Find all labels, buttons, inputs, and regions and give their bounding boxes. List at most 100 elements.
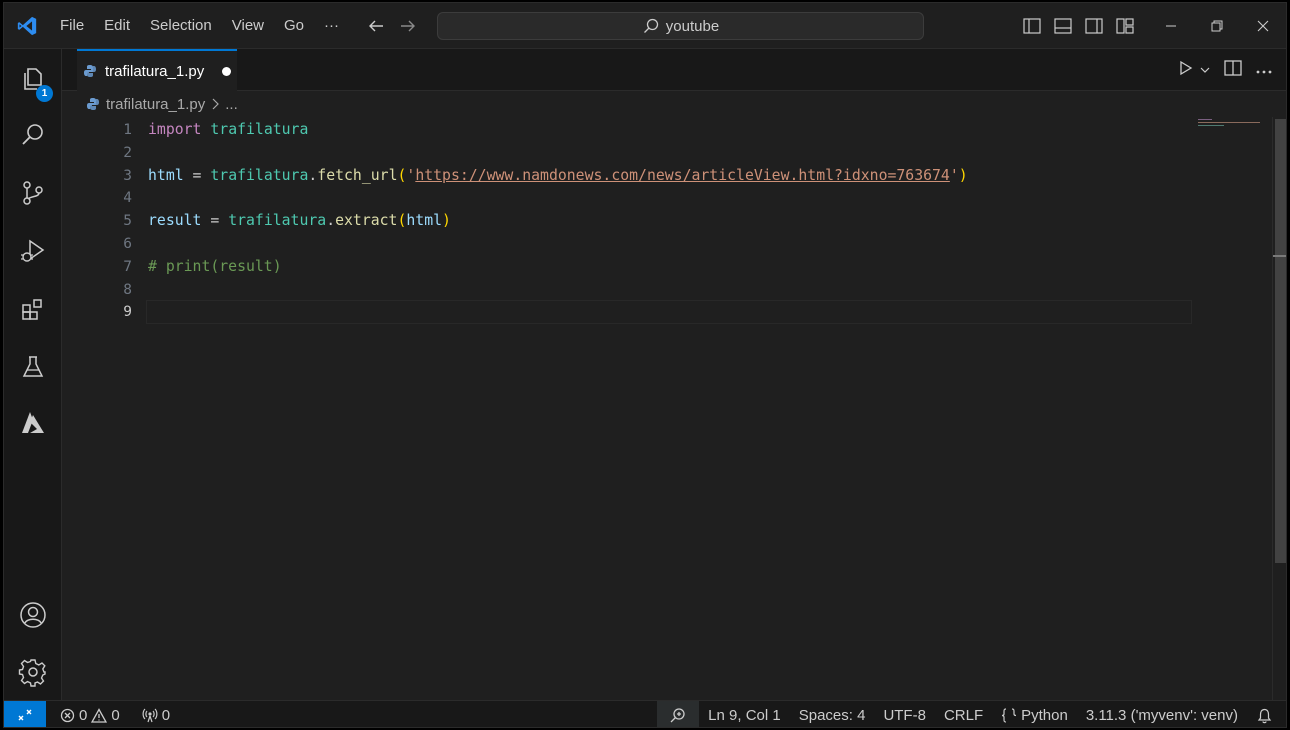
toggle-secondary-sidebar-icon[interactable] [1078, 3, 1109, 49]
token-url-string[interactable]: https://www.namdonews.com/news/articleVi… [415, 167, 950, 184]
token-module: trafilatura [210, 166, 309, 184]
status-bar-right: Ln 9, Col 1 Spaces: 4 UTF-8 CRLF Python … [657, 701, 1286, 727]
explorer-icon[interactable]: 1 [4, 55, 62, 103]
token-variable: result [148, 212, 202, 230]
vscode-logo-icon [4, 3, 50, 49]
menu-view[interactable]: View [222, 3, 274, 49]
python-file-icon [84, 65, 96, 77]
line-number: 7 [123, 258, 132, 275]
token-module: trafilatura [210, 121, 309, 138]
search-view-icon[interactable] [4, 111, 62, 159]
minimap[interactable] [1192, 117, 1272, 700]
notifications-bell-icon[interactable] [1247, 701, 1286, 727]
token-argument: html [406, 212, 443, 230]
run-dropdown-chevron-icon[interactable] [1200, 62, 1210, 79]
split-editor-icon[interactable] [1224, 60, 1242, 80]
command-center-search[interactable]: youtube [437, 12, 924, 40]
token-quote: ' [406, 166, 416, 184]
token-function: extract [335, 212, 398, 230]
run-debug-icon[interactable] [4, 227, 62, 275]
line-number: 6 [123, 236, 132, 252]
end-of-line[interactable]: CRLF [935, 701, 992, 727]
customize-layout-icon[interactable] [1109, 3, 1140, 49]
code-line-5: result = trafilatura.extract(html) [148, 210, 451, 233]
current-line-highlight [146, 300, 1192, 324]
zoom-icon[interactable] [657, 701, 700, 727]
azure-icon[interactable] [4, 399, 62, 447]
testing-flask-icon[interactable] [4, 343, 62, 391]
chevron-right-icon [212, 98, 220, 110]
menu-go[interactable]: Go [274, 3, 314, 49]
ports-count: 0 [161, 706, 171, 724]
close-icon[interactable] [1240, 3, 1286, 49]
search-icon [643, 18, 658, 33]
menu-selection[interactable]: Selection [140, 3, 222, 49]
breadcrumb-file[interactable]: trafilatura_1.py [106, 96, 205, 113]
scrollbar-cursor-marker [1273, 255, 1286, 257]
status-bar: 0 0 0 Ln 9, Col 1 Spaces: 4 UTF-8 CRLF P… [4, 700, 1286, 728]
editor-tabs-bar: trafilatura_1.py [62, 49, 1286, 91]
minimap-line [1198, 125, 1224, 126]
menu-bar: File Edit Selection View Go ··· [50, 3, 349, 49]
cursor-position[interactable]: Ln 9, Col 1 [699, 701, 790, 727]
line-number: 5 [123, 213, 132, 230]
explorer-badge: 1 [36, 85, 53, 102]
toggle-panel-icon[interactable] [1047, 3, 1078, 49]
error-icon [60, 708, 75, 722]
python-file-icon [87, 98, 99, 110]
title-bar: File Edit Selection View Go ··· youtube [4, 3, 1286, 49]
braces-icon [1002, 708, 1017, 723]
settings-gear-icon[interactable] [4, 648, 62, 696]
search-text: youtube [665, 17, 720, 35]
toggle-primary-sidebar-icon[interactable] [1016, 3, 1047, 49]
title-right-controls [1016, 3, 1286, 49]
remote-indicator-icon[interactable] [4, 700, 46, 727]
token-variable: html [148, 166, 184, 184]
line-number: 2 [123, 144, 132, 161]
menu-file[interactable]: File [50, 3, 94, 49]
token-dot: . [308, 166, 318, 184]
line-number: 8 [123, 281, 132, 298]
accounts-icon[interactable] [4, 591, 62, 639]
vertical-scrollbar[interactable] [1272, 117, 1286, 700]
ports-indicator[interactable]: 0 [136, 701, 176, 728]
tab-trafilatura-1-py[interactable]: trafilatura_1.py [77, 49, 237, 91]
token-dot: . [326, 212, 336, 230]
language-mode[interactable]: Python [992, 701, 1077, 727]
code-line-7: # print(result) [148, 256, 282, 279]
token-operator: = [201, 212, 229, 230]
language-label: Python [1021, 707, 1068, 724]
back-arrow-icon[interactable] [367, 17, 385, 35]
problems-indicator[interactable]: 0 0 [54, 701, 126, 728]
line-number: 3 [123, 167, 132, 184]
indentation-spaces[interactable]: Spaces: 4 [790, 701, 875, 727]
breadcrumb-more[interactable]: ... [225, 96, 238, 113]
line-number-active: 9 [123, 304, 132, 321]
nav-arrows [367, 17, 417, 35]
restore-icon[interactable] [1194, 3, 1240, 49]
forward-arrow-icon[interactable] [399, 17, 417, 35]
token-module: trafilatura [228, 212, 327, 230]
minimize-icon[interactable] [1148, 3, 1194, 49]
token-quote: ' [949, 166, 959, 184]
unsaved-dot-icon[interactable] [222, 66, 232, 76]
code-line-3: html = trafilatura.fetch_url('https://ww… [148, 165, 968, 188]
minimap-line [1198, 119, 1212, 120]
python-interpreter[interactable]: 3.11.3 ('myvenv': venv) [1077, 701, 1247, 727]
menu-edit[interactable]: Edit [94, 3, 140, 49]
extensions-icon[interactable] [4, 285, 62, 333]
code-editor[interactable]: 1 2 3 4 5 6 7 8 9 import trafilatura htm… [62, 117, 1286, 700]
more-actions-icon[interactable] [1256, 62, 1272, 79]
activity-bar: 1 [4, 49, 62, 700]
token-keyword: import [148, 121, 202, 138]
tab-label: trafilatura_1.py [105, 62, 205, 80]
token-paren: ) [442, 212, 451, 230]
run-python-file-icon[interactable] [1178, 60, 1194, 80]
warning-icon [91, 707, 108, 723]
source-control-icon[interactable] [4, 169, 62, 217]
menu-more[interactable]: ··· [314, 3, 349, 49]
editor-actions [1178, 49, 1272, 91]
file-encoding[interactable]: UTF-8 [874, 701, 935, 727]
token-paren: ) [958, 166, 968, 184]
scrollbar-thumb[interactable] [1275, 119, 1286, 563]
